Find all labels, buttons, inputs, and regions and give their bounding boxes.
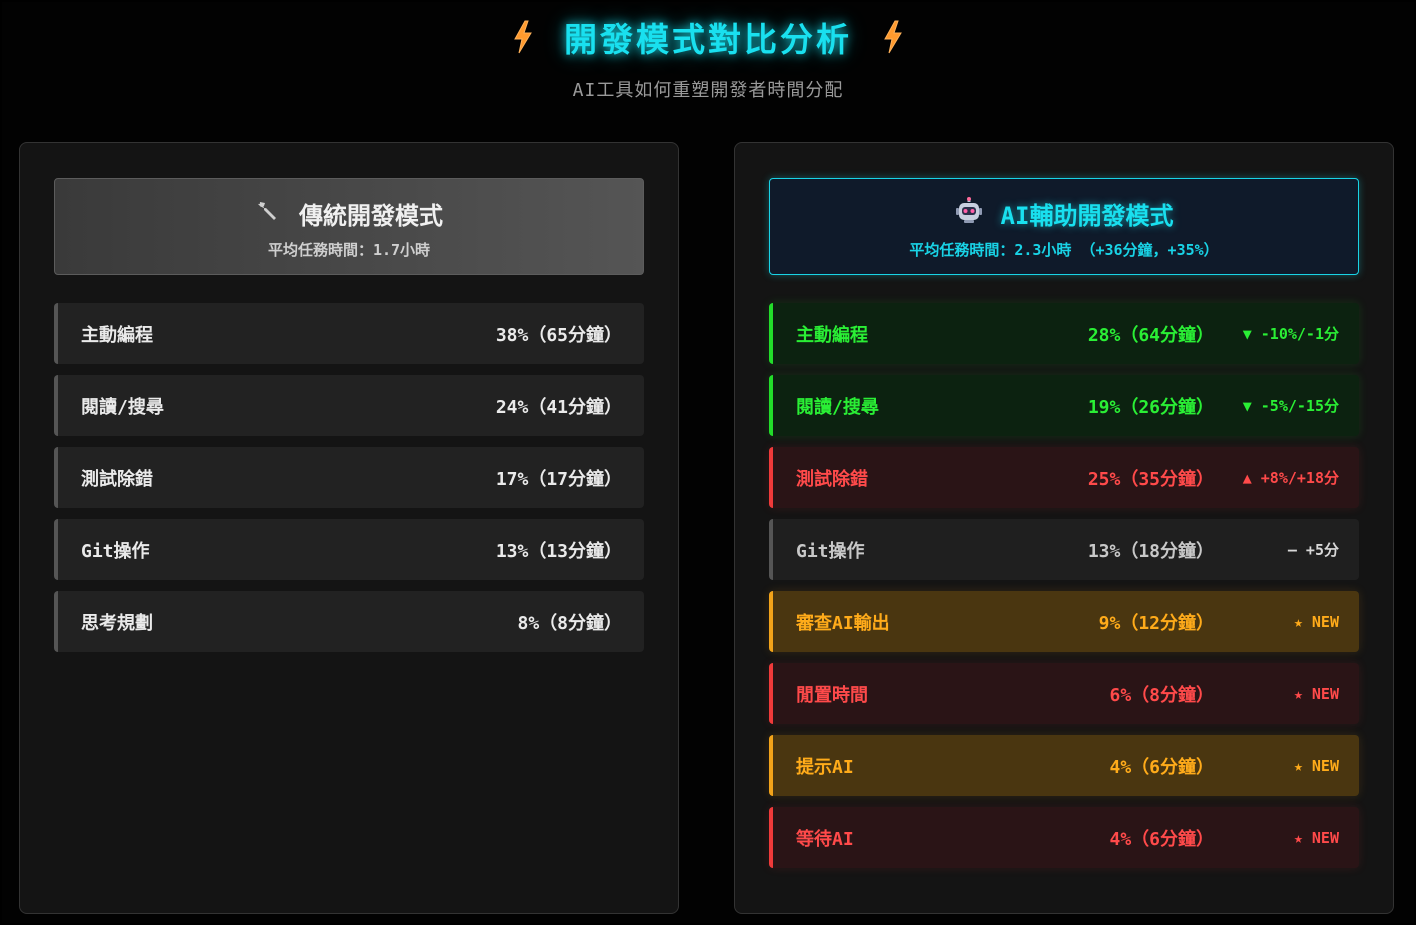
- title-row: 開發模式對比分析: [0, 14, 1416, 60]
- ai-panel: AI輔助開發模式 平均任務時間：2.3小時 （+36分鐘，+35%） 主動編程 …: [734, 142, 1394, 914]
- list-item: 測試除錯 17%（17分鐘）: [54, 447, 644, 508]
- page-title: 開發模式對比分析: [564, 20, 852, 59]
- activity-value: 9%（12分鐘）: [1098, 612, 1214, 634]
- page-subtitle: AI工具如何重塑開發者時間分配: [572, 80, 844, 101]
- change-indicator: ▼ -10%/-1分: [1242, 325, 1339, 343]
- list-item: 閒置時間 6%（8分鐘） ★ NEW: [769, 663, 1359, 724]
- activity-value: 25%（35分鐘）: [1087, 468, 1214, 490]
- activity-label: Git操作: [81, 540, 150, 562]
- ai-title: AI輔助開發模式: [1000, 201, 1174, 230]
- traditional-panel: 傳統開發模式 平均任務時間：1.7小時 主動編程 38%（65分鐘） 閱讀/搜尋…: [19, 142, 679, 914]
- page-header: 開發模式對比分析 AI工具如何重塑開發者時間分配: [0, 14, 1416, 102]
- activity-label: 測試除錯: [81, 468, 153, 490]
- traditional-activity-list: 主動編程 38%（65分鐘） 閱讀/搜尋 24%（41分鐘） 測試除錯 17%（…: [54, 303, 644, 663]
- activity-value: 19%（26分鐘）: [1087, 396, 1214, 418]
- list-item: 測試除錯 25%（35分鐘） ▲ +8%/+18分: [769, 447, 1359, 508]
- lightning-bolt-icon: [512, 20, 534, 54]
- ai-panel-header: AI輔助開發模式 平均任務時間：2.3小時 （+36分鐘，+35%）: [769, 178, 1359, 275]
- ai-title-row: AI輔助開發模式: [770, 197, 1358, 230]
- activity-value: 17%（17分鐘）: [495, 468, 622, 490]
- new-badge: ★ NEW: [1293, 828, 1339, 847]
- new-badge: ★ NEW: [1293, 756, 1339, 775]
- activity-label: 閱讀/搜尋: [81, 396, 164, 418]
- activity-label: 閱讀/搜尋: [796, 396, 879, 418]
- list-item: 閱讀/搜尋 24%（41分鐘）: [54, 375, 644, 436]
- list-item: Git操作 13%（18分鐘） — +5分: [769, 519, 1359, 580]
- traditional-title: 傳統開發模式: [299, 201, 443, 230]
- change-indicator: — +5分: [1287, 541, 1339, 559]
- activity-label: 提示AI: [796, 756, 854, 778]
- activity-value: 28%（64分鐘）: [1087, 324, 1214, 346]
- list-item: 主動編程 28%（64分鐘） ▼ -10%/-1分: [769, 303, 1359, 364]
- list-item: 等待AI 4%（6分鐘） ★ NEW: [769, 807, 1359, 868]
- traditional-panel-header: 傳統開發模式 平均任務時間：1.7小時: [54, 178, 644, 275]
- activity-label: 主動編程: [796, 324, 868, 346]
- change-indicator: ▼ -5%/-15分: [1242, 397, 1339, 415]
- activity-value: 4%（6分鐘）: [1109, 756, 1214, 778]
- wrench-icon: [255, 198, 281, 228]
- activity-value: 13%（13分鐘）: [495, 540, 622, 562]
- activity-label: 主動編程: [81, 324, 153, 346]
- new-badge: ★ NEW: [1293, 612, 1339, 631]
- activity-value: 4%（6分鐘）: [1109, 828, 1214, 850]
- list-item: 思考規劃 8%（8分鐘）: [54, 591, 644, 652]
- activity-value: 24%（41分鐘）: [495, 396, 622, 418]
- list-item: 審查AI輸出 9%（12分鐘） ★ NEW: [769, 591, 1359, 652]
- traditional-average-time: 平均任務時間：1.7小時: [267, 241, 431, 259]
- traditional-title-row: 傳統開發模式: [55, 197, 643, 230]
- activity-label: 閒置時間: [796, 684, 868, 706]
- activity-value: 6%（8分鐘）: [1109, 684, 1214, 706]
- activity-value: 13%（18分鐘）: [1087, 540, 1214, 562]
- ai-activity-list: 主動編程 28%（64分鐘） ▼ -10%/-1分 閱讀/搜尋 19%（26分鐘…: [769, 303, 1359, 879]
- new-badge: ★ NEW: [1293, 684, 1339, 703]
- lightning-bolt-icon: [882, 20, 904, 54]
- activity-value: 38%（65分鐘）: [495, 324, 622, 346]
- robot-icon: [955, 197, 983, 229]
- activity-label: 審查AI輸出: [796, 612, 890, 634]
- list-item: 主動編程 38%（65分鐘）: [54, 303, 644, 364]
- activity-label: 思考規劃: [81, 612, 153, 634]
- activity-label: 等待AI: [796, 828, 854, 850]
- activity-label: 測試除錯: [796, 468, 868, 490]
- change-indicator: ▲ +8%/+18分: [1242, 469, 1339, 487]
- list-item: 提示AI 4%（6分鐘） ★ NEW: [769, 735, 1359, 796]
- list-item: Git操作 13%（13分鐘）: [54, 519, 644, 580]
- list-item: 閱讀/搜尋 19%（26分鐘） ▼ -5%/-15分: [769, 375, 1359, 436]
- ai-average-time: 平均任務時間：2.3小時 （+36分鐘，+35%）: [909, 241, 1219, 259]
- activity-label: Git操作: [796, 540, 865, 562]
- activity-value: 8%（8分鐘）: [517, 612, 622, 634]
